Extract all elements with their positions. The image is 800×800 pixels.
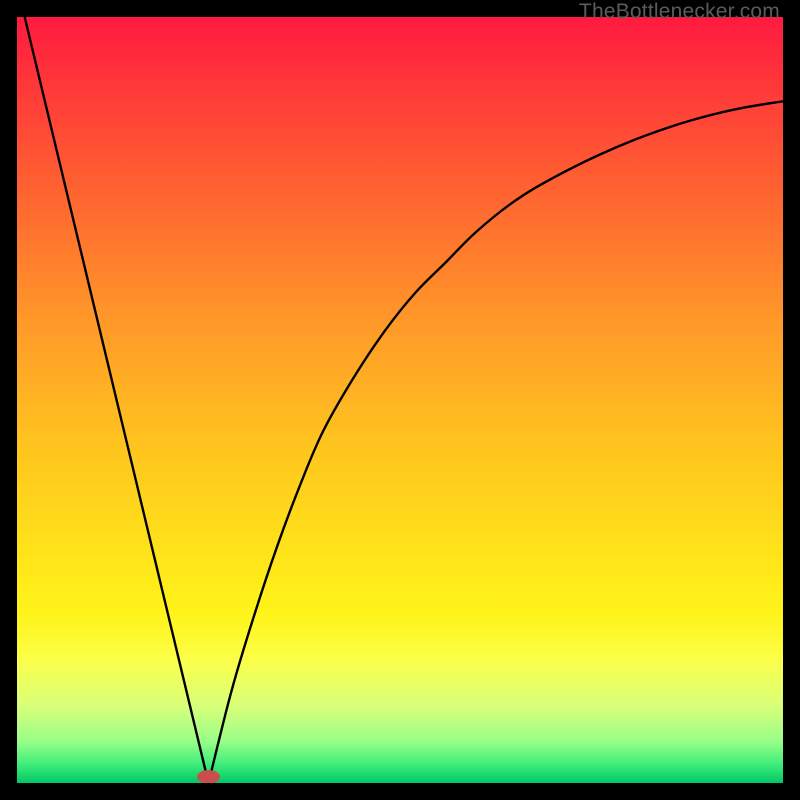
watermark-text: TheBottlenecker.com: [579, 0, 780, 24]
chart-svg: [17, 17, 783, 783]
chart-frame: [17, 17, 783, 783]
gradient-background: [17, 17, 783, 783]
